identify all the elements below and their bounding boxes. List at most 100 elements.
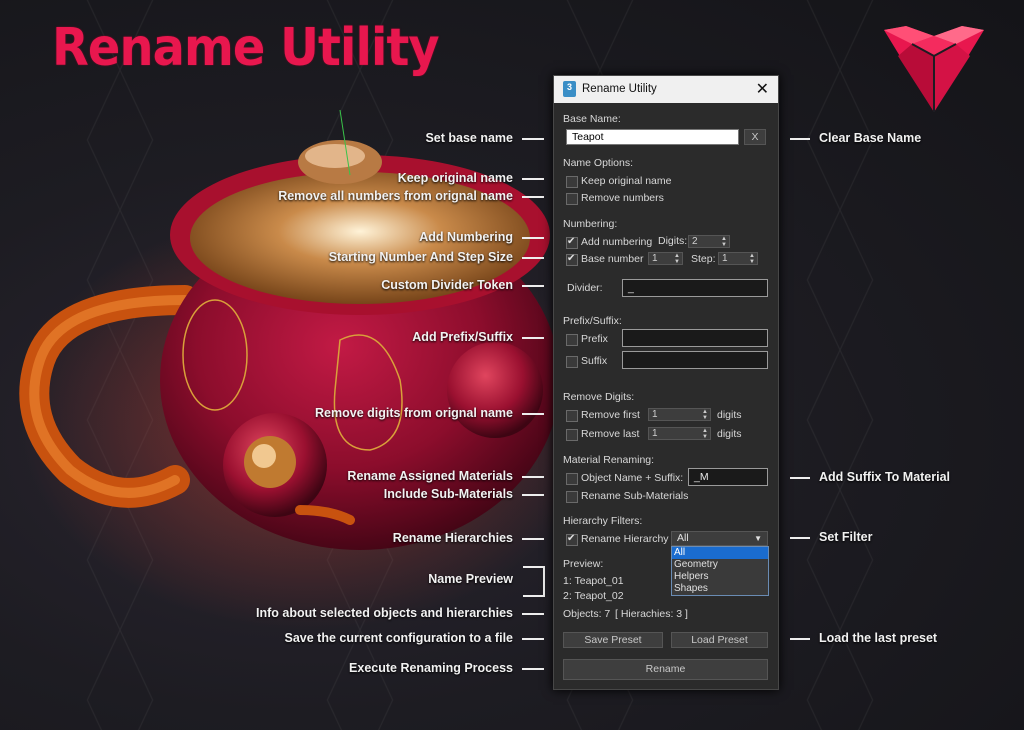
base-number-label: Base number [581,253,644,265]
filter-option[interactable]: Helpers [672,571,768,583]
name-options-label: Name Options: [563,157,634,169]
connector-line [522,538,544,540]
base-number-value: 1 [652,253,658,264]
connector-line [522,237,544,239]
remove-first-value: 1 [652,409,658,420]
preview-label: Preview: [563,558,604,570]
connector-line [522,476,544,478]
connector-line [522,285,544,287]
base-name-input[interactable]: Teapot [566,129,739,145]
spinner-arrows-icon[interactable]: ▲ ▼ [702,428,708,440]
step-label: Step: [691,253,716,265]
connector-line [522,638,544,640]
remove-last-label: Remove last [581,428,640,440]
annotation-save-config: Save the current configuration to a file [284,631,513,645]
preview-line: 2: Teapot_02 [563,590,624,602]
filter-option[interactable]: Geometry [672,559,768,571]
annotation-keep-original: Keep original name [397,171,513,185]
rename-button[interactable]: Rename [563,659,768,680]
sub-materials-label: Rename Sub-Materials [581,490,689,502]
remove-digits-label: Remove Digits: [563,391,635,403]
digits-label: Digits: [658,235,688,247]
filter-option[interactable]: All [672,547,768,559]
remove-last-value: 1 [652,428,658,439]
rename-hierarchy-label: Rename Hierarchy [581,533,669,545]
annotation-prefix-suffix: Add Prefix/Suffix [412,330,513,344]
digits-value: 2 [692,236,698,247]
remove-numbers-checkbox[interactable] [566,193,578,205]
title-bar[interactable]: 3 Rename Utility ✕ [554,76,778,103]
object-name-suffix-checkbox[interactable] [566,473,578,485]
hierarchy-filter-select[interactable]: All ▼ [671,531,768,546]
chevron-down-icon[interactable]: ▼ [754,532,762,545]
digits-spinner[interactable]: 2 ▲ ▼ [688,235,730,248]
hierarchies-count: [ Hierachies: 3 ] [615,608,688,620]
remove-last-checkbox[interactable] [566,429,578,441]
connector-line [522,178,544,180]
step-spinner[interactable]: 1 ▲ ▼ [718,252,758,265]
sub-materials-checkbox[interactable] [566,491,578,503]
spinner-arrows-icon[interactable]: ▲ ▼ [749,253,755,265]
remove-first-spinner[interactable]: 1 ▲ ▼ [648,408,711,421]
connector-line [790,537,810,539]
prefix-suffix-label: Prefix/Suffix: [563,315,622,327]
load-preset-button[interactable]: Load Preset [671,632,768,648]
connector-line [522,337,544,339]
connector-line [522,668,544,670]
divider-input[interactable]: _ [622,279,768,297]
connector-line [522,413,544,415]
annotation-add-numbering: Add Numbering [419,230,513,244]
connector-line [790,477,810,479]
annotation-clear-base-name: Clear Base Name [819,131,922,145]
base-name-label: Base Name: [563,113,621,125]
connector-line [522,613,544,615]
connector-line [522,196,544,198]
keep-original-checkbox[interactable] [566,176,578,188]
logo-icon [884,26,984,112]
annotation-set-base-name: Set base name [425,131,513,145]
numbering-label: Numbering: [563,218,618,230]
clear-base-name-button[interactable]: X [744,129,766,145]
save-preset-button[interactable]: Save Preset [563,632,663,648]
remove-first-label: Remove first [581,409,640,421]
step-value: 1 [722,253,728,264]
filter-option[interactable]: Shapes [672,583,768,595]
base-number-spinner[interactable]: 1 ▲ ▼ [648,252,683,265]
annotation-remove-digits: Remove digits from orignal name [315,406,513,420]
object-name-suffix-label: Object Name + Suffix: [581,472,684,484]
connector-line [522,138,544,140]
add-numbering-checkbox[interactable] [566,236,578,249]
add-numbering-label: Add numbering [581,236,653,248]
annotation-sub-materials: Include Sub-Materials [383,487,513,501]
connector-line [522,494,544,496]
spinner-arrows-icon[interactable]: ▲ ▼ [702,409,708,421]
preview-line: 1: Teapot_01 [563,575,624,587]
connector-line [522,257,544,259]
close-icon[interactable]: ✕ [756,79,769,99]
last-digits-unit: digits [717,428,742,440]
connector-line [790,638,810,640]
base-number-checkbox[interactable] [566,253,578,266]
annotation-material-suffix: Add Suffix To Material [819,470,951,484]
annotation-execute: Execute Renaming Process [349,661,513,675]
annotation-rename-materials: Rename Assigned Materials [347,469,513,483]
annotation-remove-numbers: Remove all numbers from orignal name [278,189,513,203]
app-icon: 3 [563,81,576,97]
hierarchy-filters-label: Hierarchy Filters: [563,515,643,527]
suffix-input[interactable] [622,351,768,369]
remove-first-checkbox[interactable] [566,410,578,422]
suffix-checkbox[interactable] [566,356,578,368]
remove-last-spinner[interactable]: 1 ▲ ▼ [648,427,711,440]
hierarchy-filter-value: All [677,532,689,544]
prefix-checkbox[interactable] [566,334,578,346]
keep-original-label: Keep original name [581,175,672,187]
material-suffix-input[interactable]: _M [688,468,768,486]
annotation-starting-number: Starting Number And Step Size [328,250,513,264]
prefix-input[interactable] [622,329,768,347]
rename-hierarchy-checkbox[interactable] [566,533,578,546]
spinner-arrows-icon[interactable]: ▲ ▼ [721,236,727,248]
divider-label: Divider: [567,282,603,294]
first-digits-unit: digits [717,409,742,421]
spinner-arrows-icon[interactable]: ▲ ▼ [674,253,680,265]
connector-line [790,138,810,140]
